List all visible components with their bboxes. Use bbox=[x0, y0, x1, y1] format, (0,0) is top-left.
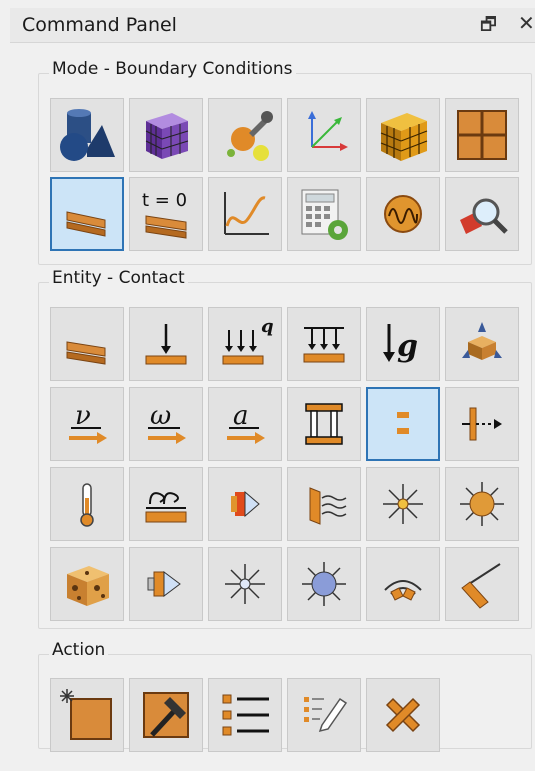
initial-conditions-icon: t = 0 bbox=[142, 190, 187, 239]
temperature-button[interactable] bbox=[50, 467, 124, 541]
function-curve-button[interactable] bbox=[208, 177, 282, 251]
volume-source-icon bbox=[460, 482, 504, 526]
edit-list-icon bbox=[304, 697, 348, 733]
initial-conditions-button[interactable]: t = 0 bbox=[129, 177, 203, 251]
create-button[interactable] bbox=[50, 678, 124, 752]
block-cube-icon bbox=[380, 113, 428, 161]
contact-button[interactable] bbox=[50, 307, 124, 381]
calculator-button[interactable] bbox=[287, 177, 361, 251]
omega-icon: ω bbox=[148, 401, 186, 444]
point-force-icon bbox=[145, 324, 187, 365]
panel-titlebar: Command Panel 🗗 ✕ bbox=[10, 8, 535, 43]
contact-pair-button[interactable] bbox=[366, 387, 440, 461]
pressure-load-icon bbox=[303, 327, 345, 363]
porous-block-icon bbox=[67, 566, 109, 606]
point-emitter-icon bbox=[225, 564, 265, 604]
acceleration-button[interactable]: a bbox=[208, 387, 282, 461]
mesh-cube-icon bbox=[145, 113, 189, 159]
wall-flux-icon bbox=[309, 487, 347, 525]
delete-button[interactable] bbox=[366, 678, 440, 752]
waveform-icon bbox=[384, 195, 422, 233]
delete-x-icon bbox=[385, 697, 421, 733]
force-button[interactable] bbox=[129, 307, 203, 381]
edit-list-button[interactable] bbox=[287, 678, 361, 752]
angular-velocity-button[interactable]: ω bbox=[129, 387, 203, 461]
body-load-button[interactable] bbox=[129, 547, 203, 621]
heat-transfer-icon bbox=[231, 490, 260, 518]
inspect-button[interactable] bbox=[445, 177, 519, 251]
panel-title: Command Panel bbox=[22, 14, 177, 36]
calculator-settings-icon bbox=[301, 189, 348, 240]
geometry-mode-button[interactable] bbox=[50, 98, 124, 172]
point-source-icon bbox=[383, 484, 423, 524]
constraint-block-icon bbox=[462, 322, 502, 360]
function-curve-icon bbox=[224, 192, 269, 235]
contact-plates-icon bbox=[66, 341, 106, 365]
q-label: q bbox=[261, 316, 274, 337]
pillar-button[interactable] bbox=[287, 387, 361, 461]
omega-label: ω bbox=[150, 401, 171, 431]
velocity-icon: ν bbox=[69, 401, 107, 444]
nu-label: ν bbox=[75, 401, 91, 431]
velocity-button[interactable]: ν bbox=[50, 387, 124, 461]
flux-button[interactable] bbox=[287, 467, 361, 541]
properties-mode-button[interactable] bbox=[208, 98, 282, 172]
close-icon[interactable]: ✕ bbox=[518, 11, 535, 35]
create-new-icon bbox=[60, 689, 112, 740]
volume-emitter-button[interactable] bbox=[287, 547, 361, 621]
acceleration-icon: a bbox=[227, 401, 265, 444]
modify-button[interactable] bbox=[129, 678, 203, 752]
thermometer-icon bbox=[80, 483, 94, 527]
pillar-icon bbox=[305, 403, 343, 445]
mode-group-label: Mode - Boundary Conditions bbox=[49, 59, 296, 79]
hammer-modify-icon bbox=[143, 692, 189, 738]
cheese-volume-button[interactable] bbox=[50, 547, 124, 621]
volume-source-button[interactable] bbox=[445, 467, 519, 541]
gravity-button[interactable]: g bbox=[366, 307, 440, 381]
pressure-button[interactable] bbox=[287, 307, 361, 381]
constraint-button[interactable] bbox=[445, 307, 519, 381]
remote-source-button[interactable] bbox=[366, 547, 440, 621]
g-label: g bbox=[397, 329, 418, 364]
t-zero-label: t = 0 bbox=[142, 190, 187, 211]
edge-load-button[interactable] bbox=[445, 547, 519, 621]
entity-group-label: Entity - Contact bbox=[49, 268, 188, 288]
coordinate-system-button[interactable] bbox=[287, 98, 361, 172]
action-group-label: Action bbox=[49, 640, 109, 660]
convection-button[interactable] bbox=[129, 467, 203, 541]
volume-emitter-icon bbox=[302, 562, 346, 606]
geometry-shapes-icon bbox=[60, 109, 115, 161]
radiation-button[interactable] bbox=[208, 467, 282, 541]
inspect-magnifier-icon bbox=[460, 198, 508, 234]
float-window-icon[interactable]: 🗗 bbox=[480, 12, 497, 42]
convection-icon bbox=[145, 492, 187, 523]
element-block-button[interactable] bbox=[366, 98, 440, 172]
connector-button[interactable] bbox=[445, 387, 519, 461]
boundary-conditions-button[interactable] bbox=[50, 177, 124, 251]
contact-pair-icon bbox=[397, 412, 409, 434]
wireless-source-icon bbox=[384, 580, 422, 601]
mesh-mode-button[interactable] bbox=[129, 98, 203, 172]
edge-load-icon bbox=[461, 563, 501, 609]
point-heat-button[interactable] bbox=[208, 547, 282, 621]
gravity-icon: g bbox=[383, 324, 418, 364]
waveform-button[interactable] bbox=[366, 177, 440, 251]
point-source-button[interactable] bbox=[366, 467, 440, 541]
distributed-load-q-icon: q bbox=[222, 316, 274, 365]
connector-icon bbox=[462, 407, 502, 441]
contact-plate-icon bbox=[66, 211, 106, 237]
wrench-properties-icon bbox=[227, 111, 273, 161]
list-button[interactable] bbox=[208, 678, 282, 752]
list-icon bbox=[222, 694, 269, 736]
coordinate-axes-icon bbox=[308, 111, 348, 151]
heat-flux-button[interactable]: q bbox=[208, 307, 282, 381]
a-label: a bbox=[233, 401, 249, 431]
grid-icon bbox=[457, 110, 507, 160]
grid-button[interactable] bbox=[445, 98, 519, 172]
body-load-icon bbox=[147, 571, 181, 597]
